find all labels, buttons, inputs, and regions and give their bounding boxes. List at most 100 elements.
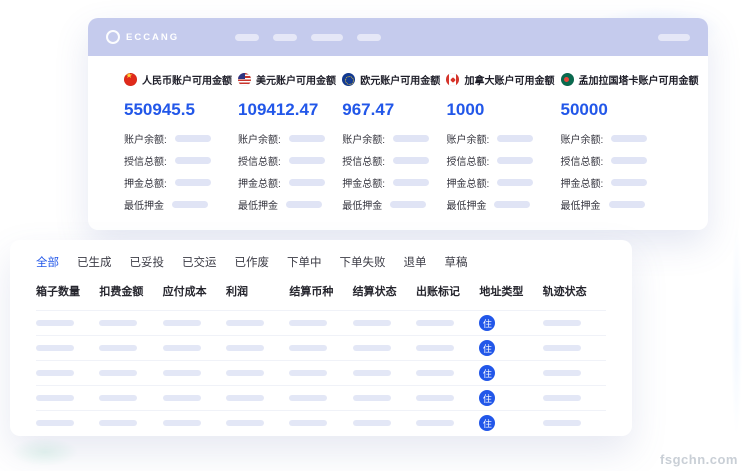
column-header: 利润 [225,286,248,298]
account-field-label: 最低押金 [124,200,164,212]
value-placeholder [608,200,645,208]
nav-menu-placeholder[interactable] [235,33,260,41]
nav-menu-placeholder[interactable] [311,33,344,41]
cell-placeholder [162,370,201,376]
table-cell: 住 [479,315,542,331]
value-placeholder [494,200,531,208]
account-detail-rows: 账户余额: 授信总额: 押金总额: 最低押金 [560,133,696,212]
cell-placeholder [36,345,74,351]
order-tab[interactable]: 草稿 [445,254,468,270]
account-field-label: 最低押金 [342,200,383,212]
account-field-label: 最低押金 [238,200,279,212]
table-cell [99,420,162,426]
account-title: 人民币账户可用金额 [124,72,232,87]
table-cell [289,395,352,401]
cell-placeholder [36,320,74,326]
account-summary: 孟加拉国塔卡账户可用金额 50000 账户余额: 授信总额: 押金总额: 最低押… [560,72,699,212]
account-field-label: 账户余额: [238,134,281,146]
account-summary: 欧元账户可用金额 967.47 账户余额: 授信总额: 押金总额: 最低押金 [342,72,440,212]
orders-card: 全部 已生成 已妥投 已交运 已作废 下单中 下单失败 退单 草稿 箱子数量 扣费金额 应付成本 利润… [10,240,632,436]
column-header: 扣费金额 [99,286,144,298]
cell-placeholder [99,420,138,426]
cell-placeholder [225,345,264,351]
logo-text: ECCANG [126,31,180,43]
table-cell [542,395,606,401]
table-row: 住 [36,360,606,385]
account-field-label: 押金总额: [342,178,386,190]
table-cell [289,370,352,376]
table-cell [289,320,352,326]
value-placeholder [172,200,208,208]
table-cell [352,345,416,351]
order-tab[interactable]: 退单 [404,254,427,270]
column-header: 出账标记 [415,286,460,298]
cell-placeholder [289,345,328,351]
table-cell: 住 [479,340,542,356]
table-cell [162,345,226,351]
table-row: 住 [36,310,606,335]
value-placeholder [390,200,427,208]
table-cell [99,370,162,376]
account-detail-row: 授信总额: [561,155,696,168]
cell-placeholder [225,370,264,376]
table-cell [99,320,162,326]
cell-placeholder [225,420,264,426]
cell-placeholder [415,345,454,351]
order-tab[interactable]: 全部 [36,254,59,270]
address-type-badge: 住 [479,315,496,331]
account-field-label: 押金总额: [560,178,604,190]
value-placeholder [288,156,325,164]
column-header: 结算币种 [289,286,334,298]
table-cell [415,395,479,401]
account-title-text: 人民币账户可用金额 [142,76,232,87]
order-tab[interactable]: 下单失败 [340,254,386,270]
order-tab[interactable]: 下单中 [287,254,322,270]
table-cell [289,420,352,426]
logo-icon [106,30,120,44]
order-status-tabs: 全部 已生成 已妥投 已交运 已作废 下单中 下单失败 退单 草稿 [10,240,632,270]
table-cell [225,370,289,376]
table-cell [352,420,416,426]
table-cell [36,395,99,401]
account-amount: 109412.47 [238,100,319,119]
account-detail-row: 押金总额: [124,177,230,190]
watermark: fsgchn.com [660,452,738,467]
cell-placeholder [352,320,391,326]
nav-menu-placeholder[interactable] [273,33,298,41]
cell-placeholder [415,320,454,326]
value-placeholder [611,134,648,142]
nav-menu-placeholder[interactable] [357,33,382,41]
table-cell [352,370,416,376]
table-header-row: 箱子数量 扣费金额 应付成本 利润 结算币种 结算状态 出账标记 地址类型 轨迹状态 [36,270,606,310]
address-type-badge: 住 [479,340,496,356]
account-summary: 美元账户可用金额 109412.47 账户余额: 授信总额: 押金总额: 最低押… [238,72,336,212]
app-header: ECCANG [88,18,708,56]
order-tab[interactable]: 已交运 [182,254,217,270]
value-placeholder [393,178,430,186]
account-detail-row: 授信总额: [342,155,438,168]
account-detail-row: 授信总额: [446,155,552,168]
value-placeholder [174,156,211,164]
order-tab[interactable]: 已妥投 [130,254,165,270]
eccang-logo: ECCANG [106,30,179,44]
table-cell [415,370,479,376]
cell-placeholder [415,395,454,401]
cell-placeholder [225,320,264,326]
table-cell: 住 [479,365,542,381]
cell-placeholder [542,370,581,376]
order-tab[interactable]: 已生成 [77,254,112,270]
table-cell [36,345,99,351]
account-amount: 50000 [560,100,608,119]
usa-flag-icon [238,73,252,86]
cell-placeholder [99,320,138,326]
cell-placeholder [99,370,138,376]
table-cell [542,320,606,326]
cell-placeholder [36,420,74,426]
cell-placeholder [415,420,454,426]
nav-menu-placeholder[interactable] [658,33,690,41]
account-detail-row: 最低押金 [561,199,696,212]
value-placeholder [611,178,648,186]
order-tab[interactable]: 已作废 [235,254,270,270]
account-amount: 967.47 [342,100,395,119]
account-amount: 550945.5 [124,100,195,119]
